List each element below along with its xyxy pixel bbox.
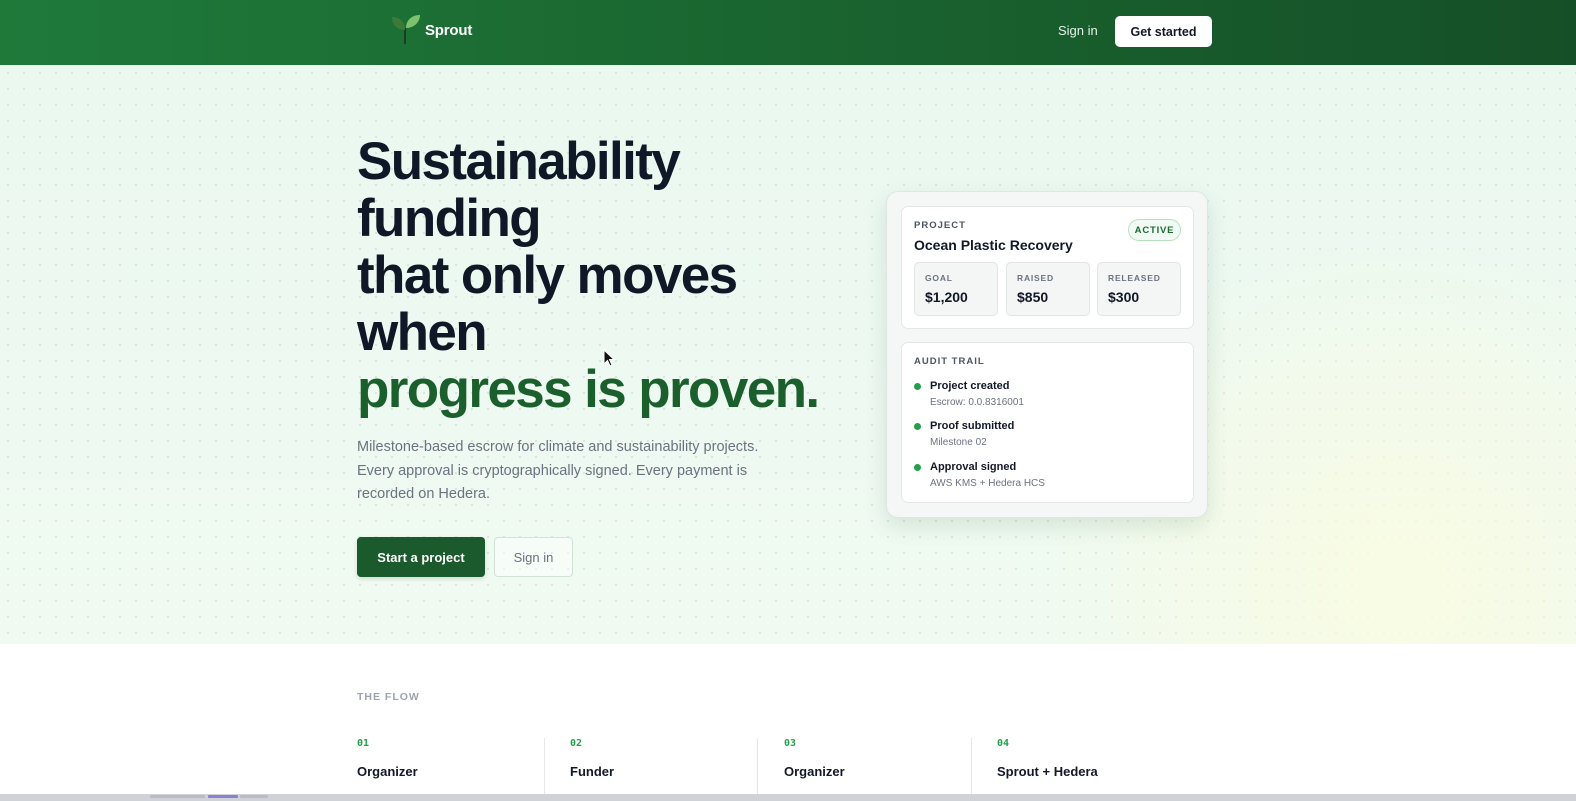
flow-section: THE FLOW 01 Organizer 02 Funder 03 Organ…	[0, 644, 1576, 801]
project-name: Ocean Plastic Recovery	[914, 237, 1073, 253]
status-dot-icon	[914, 383, 921, 390]
taskbar-indicator	[208, 795, 238, 798]
start-project-button[interactable]: Start a project	[357, 537, 485, 577]
project-eyebrow: PROJECT	[914, 220, 966, 231]
mouse-cursor-icon	[603, 349, 615, 367]
step-role: Organizer	[357, 764, 418, 779]
audit-item-sub: AWS KMS + Hedera HCS	[930, 478, 1045, 489]
headline-line: that only moves	[357, 246, 738, 305]
step-role: Funder	[570, 764, 615, 779]
step-divider	[544, 738, 545, 801]
stat-label: RAISED	[1017, 273, 1054, 283]
stat-released: RELEASED $300	[1097, 262, 1181, 316]
project-summary-panel: PROJECT Ocean Plastic Recovery ACTIVE GO…	[901, 206, 1194, 329]
audit-item-title: Proof submitted	[930, 420, 1015, 432]
headline-accent: progress is proven.	[357, 360, 820, 419]
nav-sign-in-link[interactable]: Sign in	[1058, 23, 1098, 38]
step-role: Sprout + Hedera	[997, 764, 1098, 779]
os-taskbar	[0, 794, 1576, 801]
get-started-button[interactable]: Get started	[1115, 16, 1212, 47]
sprout-leaf-icon	[392, 15, 420, 44]
audit-item-sub: Milestone 02	[930, 437, 987, 448]
flow-eyebrow: THE FLOW	[357, 691, 420, 703]
headline-line: when	[357, 303, 488, 362]
stat-value: $850	[1017, 289, 1049, 305]
headline-line: Sustainability	[357, 132, 681, 191]
step-number: 01	[357, 738, 370, 749]
step-divider	[971, 738, 972, 801]
audit-item-title: Project created	[930, 380, 1010, 392]
audit-item-title: Approval signed	[930, 461, 1017, 473]
status-dot-icon	[914, 464, 921, 471]
step-divider	[757, 738, 758, 801]
audit-trail-panel: AUDIT TRAIL Project created Escrow: 0.0.…	[901, 342, 1194, 503]
stat-label: RELEASED	[1108, 273, 1161, 283]
project-preview-card: PROJECT Ocean Plastic Recovery ACTIVE GO…	[886, 191, 1208, 518]
step-number: 02	[570, 738, 583, 749]
stat-goal: GOAL $1,200	[914, 262, 998, 316]
status-dot-icon	[914, 423, 921, 430]
hero-headline: Sustainability funding that only moves w…	[357, 132, 820, 419]
brand-name: Sprout	[425, 21, 473, 39]
brand-logo[interactable]: Sprout	[391, 14, 472, 46]
status-badge: ACTIVE	[1128, 219, 1181, 241]
taskbar-indicator	[150, 795, 205, 798]
headline-line: funding	[357, 189, 542, 248]
audit-eyebrow: AUDIT TRAIL	[914, 356, 985, 367]
stat-label: GOAL	[925, 273, 953, 283]
step-role: Organizer	[784, 764, 845, 779]
stat-value: $300	[1108, 289, 1140, 305]
step-number: 04	[997, 738, 1010, 749]
taskbar-indicator	[240, 795, 268, 798]
hero-subtext: Milestone-based escrow for climate and s…	[357, 439, 759, 502]
step-number: 03	[784, 738, 797, 749]
audit-item-sub: Escrow: 0.0.8316001	[930, 397, 1024, 408]
stat-raised: RAISED $850	[1006, 262, 1090, 316]
top-nav: Sprout Sign in Get started	[0, 0, 1576, 65]
stat-value: $1,200	[925, 289, 968, 305]
hero-section: Sustainability funding that only moves w…	[0, 65, 1576, 644]
hero-sign-in-button[interactable]: Sign in	[494, 537, 573, 577]
